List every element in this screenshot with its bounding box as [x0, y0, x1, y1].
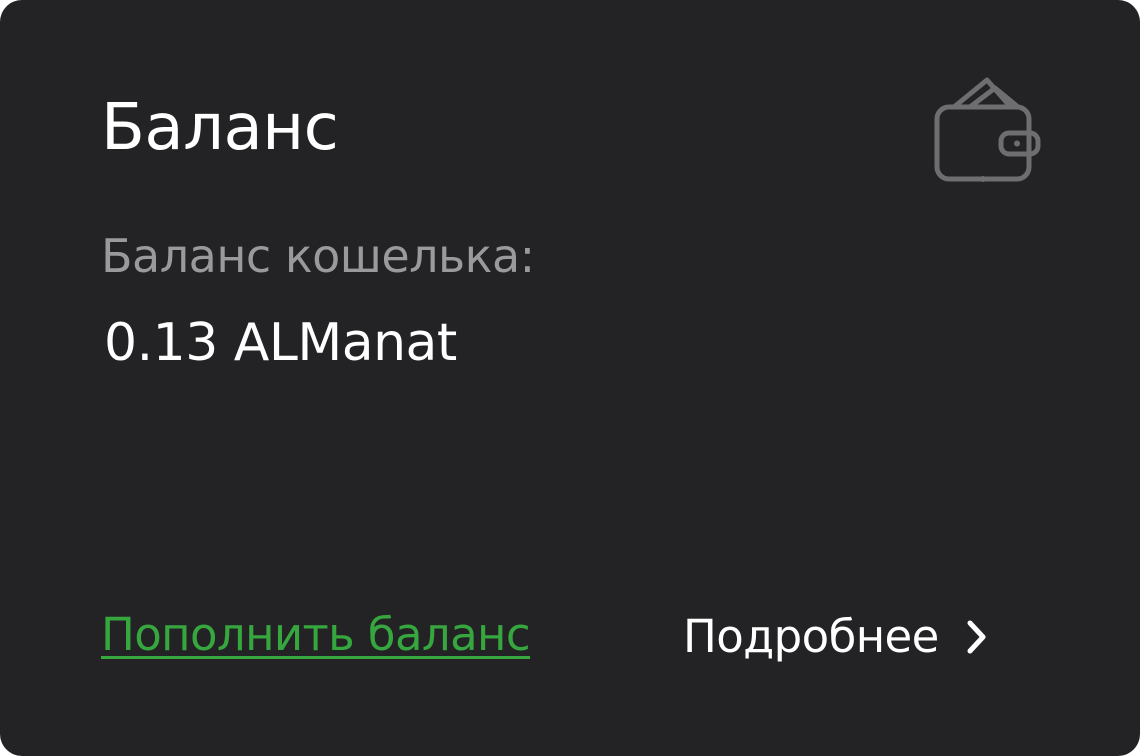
chevron-right-icon — [967, 620, 986, 654]
wallet-icon — [934, 77, 1041, 182]
balance-amount: 0.13 ALManat — [104, 313, 457, 373]
top-up-balance-link[interactable]: Пополнить баланс — [101, 605, 531, 665]
card-title: Баланс — [101, 91, 339, 165]
balance-card: Баланс Баланс кошелька: 0.13 ALManat Поп… — [0, 0, 1140, 756]
details-label: Подробнее — [683, 610, 939, 663]
details-link[interactable]: Подробнее — [683, 605, 991, 669]
balance-label: Баланс кошелька: — [101, 229, 535, 283]
